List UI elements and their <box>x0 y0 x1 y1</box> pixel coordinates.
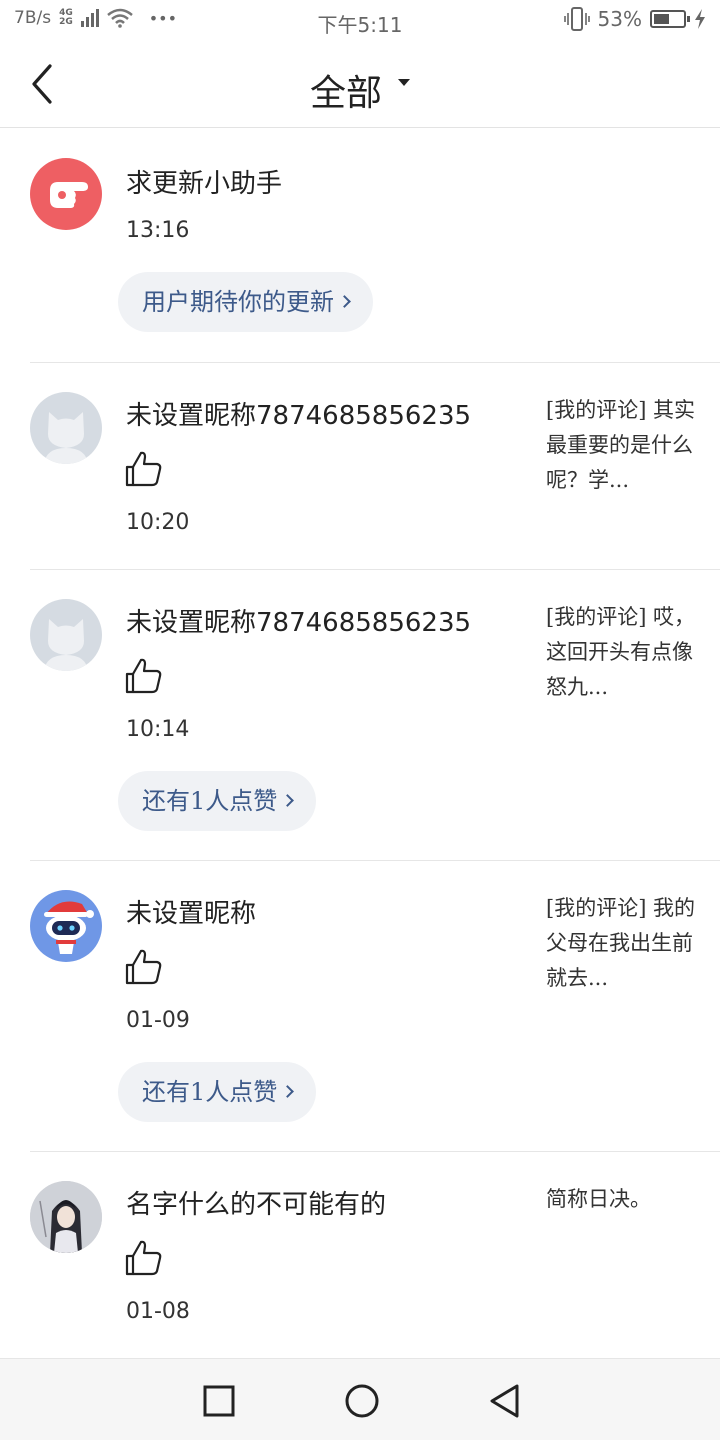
user-name[interactable]: 未设置昵称7874685856235 <box>126 602 471 639</box>
chevron-right-icon <box>281 794 295 807</box>
more-likes-button[interactable]: 还有1人点赞 <box>118 1062 317 1122</box>
avatar[interactable] <box>30 890 102 962</box>
avatar[interactable] <box>30 1181 102 1253</box>
default-cat-avatar-icon <box>44 412 88 464</box>
timestamp: 10:20 <box>126 510 190 535</box>
back-triangle-icon[interactable] <box>487 1383 523 1419</box>
pill-label: 还有1人点赞 <box>142 787 278 815</box>
user-name[interactable]: 求更新小助手 <box>126 163 282 200</box>
thumbs-up-icon[interactable] <box>124 656 164 696</box>
thumbs-up-icon[interactable] <box>124 449 164 489</box>
pill-label: 用户期待你的更新 <box>142 288 334 316</box>
user-name[interactable]: 名字什么的不可能有的 <box>126 1184 386 1221</box>
header: 全部 <box>0 44 720 128</box>
system-nav-bar <box>0 1358 720 1440</box>
user-name[interactable]: 未设置昵称7874685856235 <box>126 395 471 432</box>
robot-santa-avatar-icon <box>44 901 94 954</box>
pointing-hand-icon <box>50 182 88 208</box>
user-name[interactable]: 未设置昵称 <box>126 893 256 930</box>
anime-character-avatar-icon <box>30 1181 102 1253</box>
my-comment-preview[interactable]: [我的评论] 其实最重要的是什么呢？学... <box>546 393 696 498</box>
status-right: 53% <box>563 7 706 31</box>
battery-percent: 53% <box>597 7 642 31</box>
my-comment-preview[interactable]: 简称日决。 <box>546 1182 696 1217</box>
caret-down-icon <box>398 78 410 86</box>
my-comment-preview[interactable]: [我的评论] 我的父母在我出生前就去... <box>546 891 696 996</box>
thumbs-up-icon[interactable] <box>124 1238 164 1278</box>
notification-list: 求更新小助手 13:16 用户期待你的更新 未设置昵称7874685856235… <box>0 129 720 1359</box>
my-comment-preview[interactable]: [我的评论] 哎，这回开头有点像怒九... <box>546 600 696 705</box>
status-bar: 7B/s 4G 2G ••• 下午5:11 53% <box>0 0 720 44</box>
pill-label: 还有1人点赞 <box>142 1078 278 1106</box>
list-item[interactable]: 未设置昵称 01-09 [我的评论] 我的父母在我出生前就去... 还有1人点赞 <box>0 861 720 1152</box>
more-likes-button[interactable]: 还有1人点赞 <box>118 771 317 831</box>
timestamp: 10:14 <box>126 717 190 742</box>
avatar[interactable] <box>30 599 102 671</box>
list-item[interactable]: 名字什么的不可能有的 01-08 简称日决。 <box>0 1152 720 1359</box>
recent-apps-icon[interactable] <box>201 1383 237 1419</box>
title-dropdown[interactable]: 全部 <box>0 64 720 116</box>
home-icon[interactable] <box>344 1383 380 1419</box>
list-item[interactable]: 求更新小助手 13:16 用户期待你的更新 <box>0 129 720 363</box>
avatar[interactable] <box>30 392 102 464</box>
thumbs-up-icon[interactable] <box>124 947 164 987</box>
expect-update-button[interactable]: 用户期待你的更新 <box>118 272 373 332</box>
vibrate-icon <box>563 7 590 31</box>
avatar[interactable] <box>30 158 102 230</box>
page-title: 全部 <box>309 73 382 114</box>
list-item[interactable]: 未设置昵称7874685856235 10:20 [我的评论] 其实最重要的是什… <box>0 363 720 570</box>
charging-icon <box>695 9 705 29</box>
chevron-right-icon <box>281 1085 295 1098</box>
battery-icon <box>650 10 690 28</box>
timestamp: 01-08 <box>126 1299 190 1324</box>
default-cat-avatar-icon <box>44 619 88 671</box>
list-item[interactable]: 未设置昵称7874685856235 10:14 [我的评论] 哎，这回开头有点… <box>0 570 720 861</box>
chevron-right-icon <box>338 295 351 308</box>
timestamp: 13:16 <box>126 218 190 243</box>
timestamp: 01-09 <box>126 1008 190 1033</box>
